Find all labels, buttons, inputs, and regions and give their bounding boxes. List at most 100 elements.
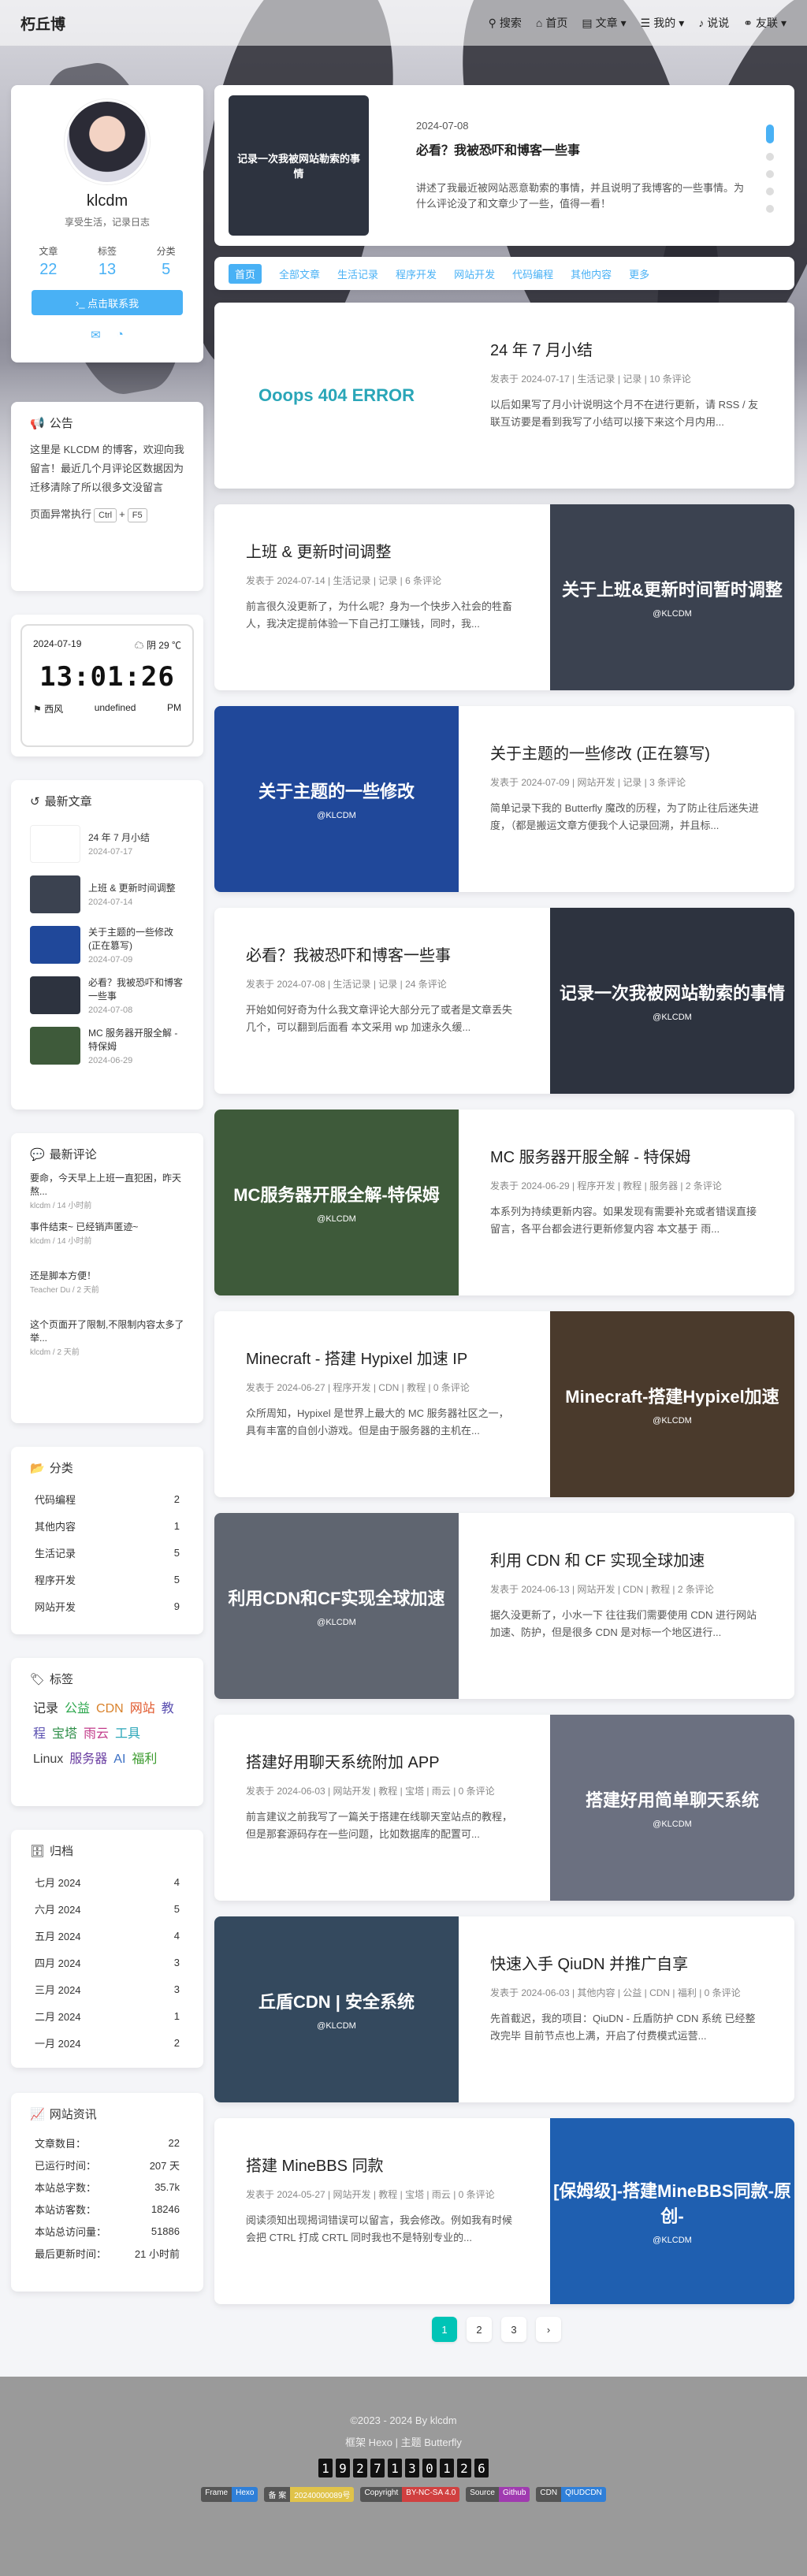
tag-link[interactable]: AI — [113, 1753, 125, 1766]
post-card[interactable]: 丘盾CDN | 安全系统 @KLCDM 快速入手 QiuDN 并推广自享 发表于 20… — [214, 1916, 794, 2102]
recent-post-title[interactable]: 24 年 7 月小结 — [88, 831, 150, 845]
tab-7[interactable]: 更多 — [629, 266, 649, 281]
tag-link[interactable]: 网站 — [130, 1702, 155, 1715]
nav-mine[interactable]: ☰ 我的 ▾ — [641, 15, 685, 31]
footer-badge[interactable]: Source Github — [466, 2487, 530, 2502]
tag-link[interactable]: 工具 — [115, 1727, 140, 1741]
banner-dot[interactable] — [766, 153, 774, 161]
recent-post-item[interactable]: 关于主题的一些修改 (正在篡写) 2024-07-09 — [11, 920, 203, 970]
recent-post-thumb[interactable] — [30, 1027, 80, 1065]
category-item[interactable]: 其他内容 1 — [11, 1512, 203, 1539]
page-1[interactable]: 1 — [432, 2317, 457, 2342]
post-cover[interactable]: MC服务器开服全解-特保姆 @KLCDM — [214, 1110, 459, 1295]
banner-image[interactable]: 记录一次我被网站勒索的事情 — [229, 95, 369, 236]
post-card[interactable]: 关于主题的一些修改 @KLCDM 关于主题的一些修改 (正在篡写) 发表于 2024-… — [214, 706, 794, 892]
nav-posts[interactable]: ▤ 文章 ▾ — [582, 15, 626, 31]
banner-title[interactable]: 必看？我被恐吓和博客一些事 — [416, 139, 747, 158]
contact-button[interactable]: ›_ 点击联系我 — [32, 290, 183, 315]
post-card[interactable]: 记录一次我被网站勒索的事情 @KLCDM 必看？我被恐吓和博客一些事 发表于 2024… — [214, 908, 794, 1094]
avatar[interactable] — [65, 99, 150, 184]
tag-link[interactable]: 雨云 — [84, 1727, 109, 1741]
tag-link[interactable]: Linux — [33, 1753, 63, 1766]
post-card[interactable]: MC服务器开服全解-特保姆 @KLCDM MC 服务器开服全解 - 特保姆 发表于 2… — [214, 1110, 794, 1295]
recent-post-thumb[interactable] — [30, 825, 80, 863]
comment-text[interactable]: 还是脚本方便！ — [30, 1269, 184, 1283]
page-3[interactable]: 3 — [501, 2317, 526, 2342]
post-card[interactable]: 利用CDN和CF实现全球加速 @KLCDM 利用 CDN 和 CF 实现全球加速 发表… — [214, 1513, 794, 1699]
footer-badge[interactable]: CDN QIUDCDN — [536, 2487, 606, 2502]
footer-badge[interactable]: 备 案 20240000089号 — [264, 2487, 355, 2502]
post-cover[interactable]: 记录一次我被网站勒索的事情 @KLCDM — [550, 908, 794, 1094]
tab-3[interactable]: 程序开发 — [396, 266, 437, 281]
comment-item[interactable]: 事件结束~ 已经销声匿迹~ klcdm / 14 小时前 — [11, 1221, 203, 1269]
post-cover[interactable]: 利用CDN和CF实现全球加速 @KLCDM — [214, 1513, 459, 1699]
comment-text[interactable]: 要命，今天早上上班一直犯困，昨天熬... — [30, 1172, 184, 1199]
archive-item[interactable]: 二月 2024 1 — [11, 2002, 203, 2029]
archive-item[interactable]: 七月 2024 4 — [11, 1868, 203, 1895]
tab-6[interactable]: 其他内容 — [571, 266, 612, 281]
comment-text[interactable]: 这个页面开了限制,不限制内容太多了举... — [30, 1318, 184, 1345]
footer-badge[interactable]: Frame Hexo — [201, 2487, 258, 2502]
banner-dot-active[interactable] — [766, 125, 774, 143]
page-next[interactable]: › — [536, 2317, 561, 2342]
stat-posts[interactable]: 文章 22 — [39, 244, 58, 279]
post-cover[interactable]: 搭建好用简单聊天系统 @KLCDM — [550, 1715, 794, 1901]
site-brand[interactable]: 朽丘博 — [20, 13, 65, 34]
tab-2[interactable]: 生活记录 — [337, 266, 378, 281]
page-2[interactable]: 2 — [467, 2317, 492, 2342]
archive-item[interactable]: 一月 2024 2 — [11, 2029, 203, 2056]
recent-post-title[interactable]: 关于主题的一些修改 (正在篡写) — [88, 926, 184, 953]
nav-search[interactable]: ⚲ 搜索 — [489, 15, 522, 31]
post-title[interactable]: MC 服务器开服全解 - 特保姆 — [490, 1144, 763, 1167]
nav-home[interactable]: ⌂ 首页 — [536, 15, 567, 31]
recent-post-title[interactable]: MC 服务器开服全解 - 特保姆 — [88, 1027, 184, 1054]
tag-link[interactable]: 福利 — [132, 1753, 157, 1766]
post-title[interactable]: 搭建好用聊天系统附加 APP — [246, 1749, 519, 1772]
recent-post-thumb[interactable] — [30, 875, 80, 913]
comment-item[interactable]: 要命，今天早上上班一直犯困，昨天熬... klcdm / 14 小时前 — [11, 1172, 203, 1221]
tag-link[interactable]: CDN — [96, 1702, 124, 1715]
post-title[interactable]: 利用 CDN 和 CF 实现全球加速 — [490, 1548, 763, 1571]
post-card[interactable]: 关于上班&更新时间暂时调整 @KLCDM 上班 & 更新时间调整 发表于 2024-0… — [214, 504, 794, 690]
tab-5[interactable]: 代码编程 — [512, 266, 553, 281]
post-card[interactable]: Ooops 404 ERROR 24 年 7 月小结 发表于 2024-07-17 … — [214, 303, 794, 489]
nav-talk[interactable]: ♪ 说说 — [698, 15, 729, 31]
post-title[interactable]: 搭建 MineBBS 同款 — [246, 2153, 519, 2176]
post-card[interactable]: [保姆级]-搭建MineBBS同款-原创- @KLCDM 搭建 MineBBS 同款… — [214, 2118, 794, 2304]
archive-item[interactable]: 五月 2024 4 — [11, 1922, 203, 1949]
archive-item[interactable]: 四月 2024 3 — [11, 1949, 203, 1976]
banner-dot[interactable] — [766, 205, 774, 213]
recent-post-item[interactable]: 24 年 7 月小结 2024-07-17 — [11, 819, 203, 869]
tab-0[interactable]: 首页 — [229, 263, 262, 284]
archive-item[interactable]: 六月 2024 5 — [11, 1895, 203, 1922]
post-title[interactable]: 24 年 7 月小结 — [490, 337, 763, 360]
recent-post-thumb[interactable] — [30, 926, 80, 964]
post-title[interactable]: 关于主题的一些修改 (正在篡写) — [490, 741, 763, 764]
rss-icon[interactable]: ◔ — [117, 328, 124, 342]
archive-item[interactable]: 三月 2024 3 — [11, 1976, 203, 2002]
recent-post-title[interactable]: 上班 & 更新时间调整 — [88, 882, 176, 895]
stat-tags[interactable]: 标签 13 — [98, 244, 117, 279]
recent-post-thumb[interactable] — [30, 976, 80, 1014]
tab-1[interactable]: 全部文章 — [279, 266, 320, 281]
post-cover[interactable]: Ooops 404 ERROR — [214, 303, 459, 489]
featured-banner[interactable]: 记录一次我被网站勒索的事情 2024-07-08 必看？我被恐吓和博客一些事 讲… — [214, 85, 794, 246]
post-title[interactable]: 快速入手 QiuDN 并推广自享 — [490, 1951, 763, 1974]
tag-link[interactable]: 记录 — [33, 1702, 58, 1715]
post-cover[interactable]: 关于主题的一些修改 @KLCDM — [214, 706, 459, 892]
post-cover[interactable]: [保姆级]-搭建MineBBS同款-原创- @KLCDM — [550, 2118, 794, 2304]
comment-item[interactable]: 还是脚本方便！ Teacher Du / 2 天前 — [11, 1269, 203, 1318]
post-cover[interactable]: 丘盾CDN | 安全系统 @KLCDM — [214, 1916, 459, 2102]
post-title[interactable]: 上班 & 更新时间调整 — [246, 539, 519, 562]
post-title[interactable]: Minecraft - 搭建 Hypixel 加速 IP — [246, 1346, 519, 1369]
post-cover[interactable]: 关于上班&更新时间暂时调整 @KLCDM — [550, 504, 794, 690]
post-cover[interactable]: Minecraft-搭建Hypixel加速 @KLCDM — [550, 1311, 794, 1497]
comment-text[interactable]: 事件结束~ 已经销声匿迹~ — [30, 1221, 184, 1234]
recent-post-title[interactable]: 必看？我被恐吓和博客一些事 — [88, 976, 184, 1003]
post-card[interactable]: 搭建好用简单聊天系统 @KLCDM 搭建好用聊天系统附加 APP 发表于 2024-0… — [214, 1715, 794, 1901]
comment-item[interactable]: 这个页面开了限制,不限制内容太多了举... klcdm / 2 天前 — [11, 1318, 203, 1367]
category-item[interactable]: 生活记录 5 — [11, 1539, 203, 1566]
post-title[interactable]: 必看？我被恐吓和博客一些事 — [246, 942, 519, 965]
tag-link[interactable]: 公益 — [65, 1702, 90, 1715]
tag-link[interactable]: 服务器 — [69, 1753, 107, 1766]
